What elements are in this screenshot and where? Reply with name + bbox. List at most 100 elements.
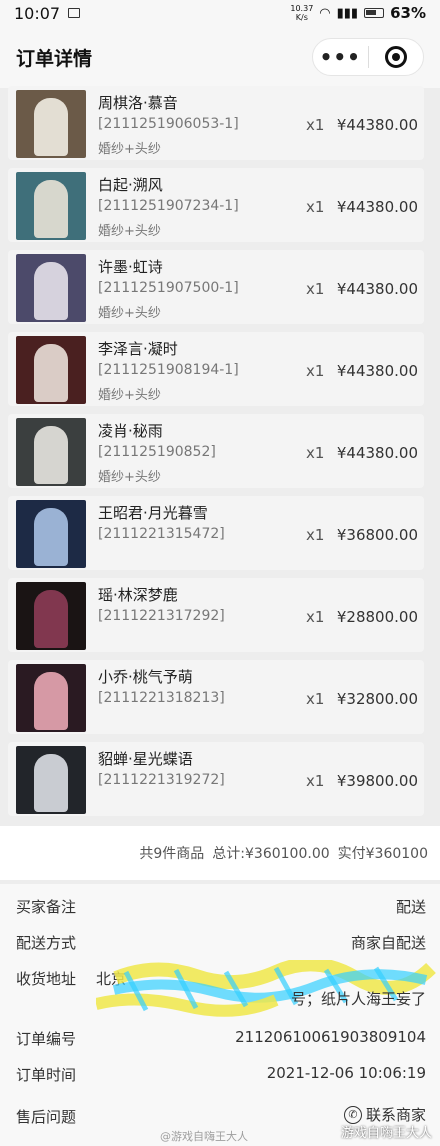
- dress-image: [34, 98, 68, 156]
- delivery-method-label: 配送方式: [16, 934, 77, 952]
- product-name: 白起·溯风: [98, 176, 163, 194]
- product-thumbnail: [16, 172, 86, 240]
- product-price: ¥44380.00: [336, 198, 418, 216]
- order-item[interactable]: 李泽言·凝时 [2111251908194-1] 婚纱+头纱 x1 ¥44380.00: [8, 332, 424, 406]
- nav-bar: 订单详情 •••: [0, 26, 440, 88]
- product-thumbnail: [16, 664, 86, 732]
- product-quantity: x1: [306, 280, 325, 298]
- order-item[interactable]: 瑶·林深梦鹿 [2111221317292] x1 ¥28800.00: [8, 578, 424, 652]
- product-name: 凌肖·秘雨: [98, 422, 163, 440]
- image-notification-icon: [68, 8, 81, 18]
- status-time: 10:07: [14, 3, 61, 23]
- close-target-icon: [384, 46, 407, 68]
- product-quantity: x1: [306, 526, 325, 544]
- delivery-method-row: 配送方式 商家自配送: [0, 924, 440, 960]
- product-name: 李泽言·凝时: [98, 340, 178, 358]
- order-time-label: 订单时间: [16, 1066, 77, 1084]
- product-quantity: x1: [306, 772, 325, 790]
- dress-image: [34, 672, 68, 730]
- buyer-remark-label: 买家备注: [16, 898, 77, 916]
- buyer-remark-row: 买家备注 配送: [0, 888, 440, 924]
- miniprogram-capsule: •••: [312, 38, 424, 76]
- after-sale-label: 售后问题: [16, 1108, 77, 1126]
- order-item[interactable]: 凌肖·秘雨 [211125190852] 婚纱+头纱 x1 ¥44380.00: [8, 414, 424, 488]
- product-price: ¥28800.00: [336, 608, 418, 626]
- product-name: 王昭君·月光暮雪: [98, 504, 208, 522]
- product-price: ¥44380.00: [336, 116, 418, 134]
- product-spec: 婚纱+头纱: [98, 224, 161, 239]
- product-quantity: x1: [306, 198, 325, 216]
- order-item[interactable]: 貂蝉·星光蝶语 [2111221319272] x1 ¥39800.00: [8, 742, 424, 816]
- shipping-address-tail: 号；纸片人海王妄了: [290, 990, 426, 1008]
- order-number-value: 2112061006190380910​4: [235, 1028, 426, 1046]
- product-quantity: x1: [306, 116, 325, 134]
- order-item[interactable]: 小乔·桃气予萌 [2111221318213] x1 ¥32800.00: [8, 660, 424, 734]
- product-quantity: x1: [306, 362, 325, 380]
- battery-icon: [364, 8, 385, 18]
- shipping-address-row: 收货地址 北京 号；纸片人海王妄了: [0, 960, 440, 1020]
- product-spec: 婚纱+头纱: [98, 142, 161, 157]
- status-right: 10.37 K/s ◠ ▮▮▮ 63%: [290, 4, 426, 22]
- product-thumbnail: [16, 582, 86, 650]
- product-code: [2111221317292]: [98, 608, 225, 624]
- phone-icon: ✆: [343, 1105, 362, 1124]
- product-quantity: x1: [306, 690, 325, 708]
- product-code: [2111221318213]: [98, 690, 225, 706]
- product-name: 小乔·桃气予萌: [98, 668, 193, 686]
- close-button[interactable]: [369, 46, 424, 68]
- signal-icon: ▮▮▮: [336, 5, 359, 21]
- product-price: ¥44380.00: [336, 280, 418, 298]
- product-spec: 婚纱+头纱: [98, 388, 161, 403]
- corner-watermark: 游戏自嗨王大人: [340, 1126, 432, 1141]
- product-price: ¥44380.00: [336, 444, 418, 462]
- product-code: [2111251907234-1]: [98, 198, 239, 214]
- order-time-value: 2021-12-06 10:06:19: [266, 1064, 426, 1082]
- product-spec: 婚纱+头纱: [98, 306, 161, 321]
- amount-paid: 实付¥360100: [337, 846, 428, 862]
- dress-image: [34, 180, 68, 238]
- product-name: 瑶·林深梦鹿: [98, 586, 178, 604]
- dress-image: [34, 754, 68, 812]
- network-speed: 10.37 K/s: [290, 4, 314, 22]
- product-thumbnail: [16, 746, 86, 814]
- order-number-row: 订单编号 2112061006190380910​4: [0, 1020, 440, 1056]
- wifi-icon: ◠: [319, 5, 331, 21]
- page-title: 订单详情: [16, 47, 93, 70]
- more-button[interactable]: •••: [313, 45, 368, 69]
- order-item[interactable]: 许墨·虹诗 [2111251907500-1] 婚纱+头纱 x1 ¥44380.00: [8, 250, 424, 324]
- item-count: 共9件商品: [139, 846, 205, 862]
- product-price: ¥32800.00: [336, 690, 418, 708]
- buyer-remark-value: 配送: [395, 898, 426, 916]
- order-details: 买家备注 配送 配送方式 商家自配送 收货地址 北京 号；纸片人海王妄了 订单编…: [0, 884, 440, 1146]
- delivery-method-value: 商家自配送: [350, 934, 426, 952]
- product-price: ¥39800.00: [336, 772, 418, 790]
- order-item[interactable]: 白起·溯风 [2111251907234-1] 婚纱+头纱 x1 ¥44380.00: [8, 168, 424, 242]
- dress-image: [34, 426, 68, 484]
- product-thumbnail: [16, 254, 86, 322]
- weibo-watermark: @游戏自嗨王大人: [160, 1130, 248, 1143]
- product-thumbnail: [16, 500, 86, 568]
- shipping-address-label: 收货地址: [16, 970, 77, 988]
- dress-image: [34, 262, 68, 320]
- dress-image: [34, 344, 68, 402]
- order-item[interactable]: 王昭君·月光暮雪 [2111221315472] x1 ¥36800.00: [8, 496, 424, 570]
- product-name: 貂蝉·星光蝶语: [98, 750, 193, 768]
- product-code: [2111251908194-1]: [98, 362, 239, 378]
- order-item[interactable]: 周棋洛·慕音 [2111251906053-1] 婚纱+头纱 x1 ¥44380.00: [8, 86, 424, 160]
- order-summary: 共9件商品 总计:¥360100.00 实付¥360100: [0, 826, 440, 880]
- product-price: ¥36800.00: [336, 526, 418, 544]
- product-code: [2111251906053-1]: [98, 116, 239, 132]
- product-code: [2111251907500-1]: [98, 280, 239, 296]
- status-bar: 10:07 10.37 K/s ◠ ▮▮▮ 63%: [0, 0, 440, 26]
- order-number-label: 订单编号: [16, 1030, 77, 1048]
- product-name: 周棋洛·慕音: [98, 94, 178, 112]
- product-code: [211125190852]: [98, 444, 216, 460]
- product-thumbnail: [16, 418, 86, 486]
- dress-image: [34, 508, 68, 566]
- product-code: [2111221315472]: [98, 526, 225, 542]
- product-quantity: x1: [306, 444, 325, 462]
- product-price: ¥44380.00: [336, 362, 418, 380]
- product-name: 许墨·虹诗: [98, 258, 163, 276]
- product-quantity: x1: [306, 608, 325, 626]
- product-thumbnail: [16, 90, 86, 158]
